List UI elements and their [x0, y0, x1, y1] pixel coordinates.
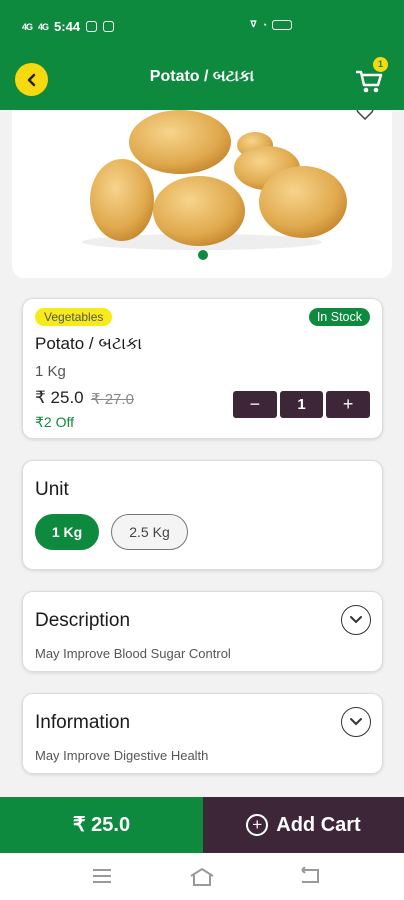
plus-circle-icon: + [246, 814, 269, 836]
increment-button[interactable]: + [326, 391, 371, 418]
carousel-indicator-dot[interactable] [198, 250, 208, 260]
battery-icon [272, 19, 292, 30]
description-title: Description [35, 610, 131, 631]
information-title: Information [35, 712, 131, 733]
notification-icon [86, 21, 98, 32]
cart-count-badge: 1 [373, 57, 388, 72]
chevron-down-icon [350, 718, 362, 726]
heart-icon[interactable] [356, 110, 374, 120]
product-info-card: Vegetables In Stock Potato / બટાકા 1 Kg … [22, 298, 383, 439]
product-image [82, 110, 347, 250]
discount-label: ₹2 Off [35, 414, 74, 430]
quantity-value: 1 [279, 391, 324, 418]
quantity-stepper: − 1 + [233, 391, 371, 418]
app-notification-icon [103, 21, 115, 32]
description-text: May Improve Blood Sugar Control [35, 646, 231, 661]
chevron-down-icon [350, 616, 362, 624]
information-text: May Improve Digestive Health [35, 748, 209, 763]
total-price: ₹ 25.0 [0, 797, 203, 853]
home-icon[interactable] [189, 867, 215, 887]
add-cart-label: Add Cart [276, 813, 361, 836]
category-tag: Vegetables [35, 308, 113, 326]
product-price: ₹ 25.0 [35, 388, 84, 407]
unit-heading: Unit [35, 479, 69, 500]
status-time: 5:44 [54, 19, 81, 34]
signal-strength-1: 4G [22, 21, 33, 32]
signal-strength-2: 4G [38, 21, 49, 32]
product-image-carousel[interactable] [12, 110, 392, 278]
wifi-icon: ◔ [261, 19, 268, 30]
description-expand-button[interactable] [341, 605, 371, 635]
product-quantity: 1 Kg [35, 363, 66, 380]
volte-icon: ᐁ [250, 19, 256, 29]
add-cart-button[interactable]: + Add Cart [203, 797, 404, 853]
recent-apps-icon[interactable] [91, 867, 113, 885]
product-mrp: ₹ 27.0 [91, 391, 134, 408]
status-bar: 4G 4G 5:44 ᐁ ◔ [0, 0, 404, 48]
decrement-button[interactable]: − [233, 391, 277, 418]
app-bar: Potato / બટાકા 1 [0, 48, 404, 110]
unit-option-1kg[interactable]: 1 Kg [35, 514, 99, 550]
information-expand-button[interactable] [341, 707, 371, 737]
stock-status-badge: In Stock [308, 308, 370, 326]
information-card[interactable]: Information May Improve Digestive Health [22, 693, 383, 774]
unit-option-2-5kg[interactable]: 2.5 Kg [111, 514, 188, 550]
unit-selector-card: Unit 1 Kg 2.5 Kg [22, 460, 383, 570]
cart-button[interactable]: 1 [354, 57, 390, 96]
product-name: Potato / બટાકા [35, 334, 143, 353]
page-title: Potato / બટાકા [149, 68, 255, 85]
system-navigation-bar [0, 853, 404, 900]
description-card[interactable]: Description May Improve Blood Sugar Cont… [22, 591, 383, 672]
back-nav-icon[interactable] [299, 867, 321, 885]
